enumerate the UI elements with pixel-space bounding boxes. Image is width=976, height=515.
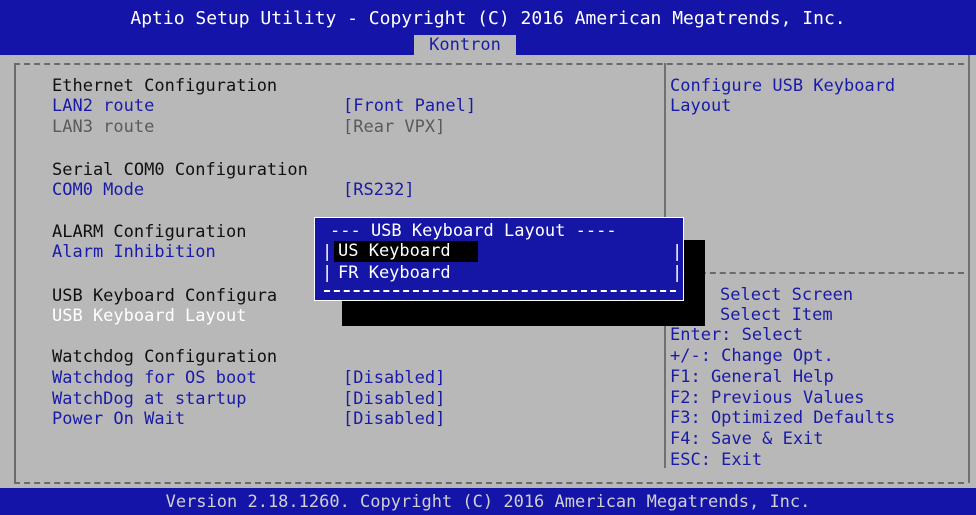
help-key-divider [690, 272, 964, 274]
com0-mode-value[interactable]: [RS232] [343, 180, 415, 200]
popup-bottom-border [324, 290, 676, 292]
footer-version: Version 2.18.1260. Copyright (C) 2016 Am… [165, 492, 811, 512]
usb-keyboard-layout-label[interactable]: USB Keyboard Layout [52, 306, 246, 326]
com0-mode-label[interactable]: COM0 Mode [52, 180, 144, 200]
watchdog-startup-value[interactable]: [Disabled] [343, 389, 445, 409]
frame-bottom-divider [14, 482, 964, 484]
lan3-route-label: LAN3 route [52, 117, 155, 137]
power-on-wait-label[interactable]: Power On Wait [52, 409, 185, 429]
key-change-opt: +/-: Change Opt. [670, 346, 834, 366]
popup-shadow-bottom [342, 300, 705, 326]
popup-right-edge: | [672, 242, 683, 262]
lan2-route-label[interactable]: LAN2 route [52, 96, 154, 116]
usb-section-title: USB Keyboard Configura [52, 286, 278, 306]
alarm-section-title: ALARM Configuration [52, 222, 247, 242]
watchdog-os-boot-value[interactable]: [Disabled] [343, 368, 445, 388]
key-enter: Enter: Select [670, 325, 804, 345]
frame-top-divider [14, 63, 964, 65]
key-esc: ESC: Exit [670, 450, 763, 470]
popup-left-edge-2: | [322, 263, 333, 283]
ethernet-section-title: Ethernet Configuration [52, 76, 278, 96]
serial-section-title: Serial COM0 Configuration [52, 160, 308, 180]
key-select-item: Select Item [720, 305, 833, 325]
option-fr-keyboard[interactable]: FR Keyboard [334, 263, 478, 284]
watchdog-os-boot-label[interactable]: Watchdog for OS boot [52, 368, 257, 388]
key-select-screen: Select Screen [720, 285, 854, 305]
popup-right-edge-2: | [672, 263, 683, 283]
lan2-route-value[interactable]: [Front Panel] [343, 96, 476, 116]
key-f3: F3: Optimized Defaults [670, 408, 896, 428]
lan3-route-value: [Rear VPX] [343, 117, 446, 137]
panel-divider-lower [664, 318, 666, 468]
help-text-line1: Configure USB Keyboard [670, 76, 896, 96]
power-on-wait-value[interactable]: [Disabled] [343, 409, 445, 429]
frame-right-border [968, 55, 970, 483]
option-us-keyboard[interactable]: US Keyboard [334, 241, 478, 262]
popup-shadow [683, 240, 705, 304]
watchdog-startup-label[interactable]: WatchDog at startup [52, 389, 246, 409]
watchdog-section-title: Watchdog Configuration [52, 347, 278, 367]
alarm-inhibition-label[interactable]: Alarm Inhibition [52, 242, 216, 262]
panel-divider [664, 63, 666, 233]
help-text-line2: Layout [670, 96, 732, 116]
frame-left-border [14, 63, 16, 483]
popup-title: --- USB Keyboard Layout ---- [330, 221, 617, 241]
key-f4: F4: Save & Exit [670, 429, 824, 449]
key-f1: F1: General Help [670, 367, 834, 387]
app-title: Aptio Setup Utility - Copyright (C) 2016… [130, 8, 846, 29]
tab-kontron[interactable]: Kontron [414, 35, 516, 55]
key-f2: F2: Previous Values [670, 388, 865, 408]
popup-left-edge: | [322, 242, 333, 262]
